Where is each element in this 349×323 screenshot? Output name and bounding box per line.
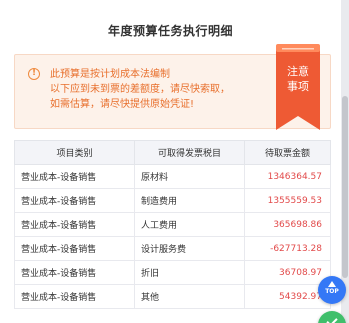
notice-text: 此预算是按计划成本法编制 以下应到未到票的差额度，请尽快索取， 如需估算，请尽快… xyxy=(50,67,280,112)
page-title: 年度预算任务执行明细 xyxy=(107,24,233,38)
cell-category: 营业成本-设备销售 xyxy=(14,236,135,261)
notice-line-1: 此预算是按计划成本法编制 xyxy=(50,69,170,80)
check-icon xyxy=(326,315,338,323)
cell-item: 设计服务费 xyxy=(134,236,245,261)
table-row[interactable]: 营业成本-设备销售 设计服务费 -627713.28 xyxy=(14,236,331,261)
header-invoice-item: 可取得发票税目 xyxy=(134,140,245,165)
cell-category: 营业成本-设备销售 xyxy=(14,164,135,189)
notice-tag: 注意 事项 xyxy=(276,44,320,130)
budget-table: 项目类别 可取得发票税目 待取票金额 营业成本-设备销售 原材料 1346364… xyxy=(14,140,331,309)
cell-amount: 1355559.53 xyxy=(244,188,331,213)
arrow-up-icon xyxy=(328,281,336,287)
cell-item: 原材料 xyxy=(134,164,245,189)
table-row[interactable]: 营业成本-设备销售 折旧 36708.97 xyxy=(14,260,331,285)
back-to-top-button[interactable]: TOP xyxy=(318,276,346,304)
cell-amount: 36708.97 xyxy=(244,260,331,285)
tag-line-1: 注意 xyxy=(287,65,309,78)
tag-line-2: 事项 xyxy=(287,80,309,93)
vertical-scrollbar[interactable] xyxy=(341,0,349,323)
notice-tag-text: 注意 事项 xyxy=(276,64,320,94)
notice-line-2: 以下应到未到票的差额度，请尽快索取， xyxy=(50,84,230,95)
cell-amount: -627713.28 xyxy=(244,236,331,261)
table-row[interactable]: 营业成本-设备销售 制造费用 1355559.53 xyxy=(14,188,331,213)
table-row[interactable]: 营业成本-设备销售 原材料 1346364.57 xyxy=(14,164,331,189)
cell-amount: 365698.86 xyxy=(244,212,331,237)
cell-item: 折旧 xyxy=(134,260,245,285)
cell-item: 其他 xyxy=(134,284,245,309)
table-row[interactable]: 营业成本-设备销售 人工费用 365698.86 xyxy=(14,212,331,237)
main-card: 年度预算任务执行明细 ! 此预算是按计划成本法编制 以下应到未到票的差额度，请尽… xyxy=(0,0,341,323)
cell-category: 营业成本-设备销售 xyxy=(14,284,135,309)
warning-icon: ! xyxy=(28,68,40,80)
cell-amount: 1346364.57 xyxy=(244,164,331,189)
cell-category: 营业成本-设备销售 xyxy=(14,212,135,237)
top-label: TOP xyxy=(325,288,339,295)
header-amount: 待取票金额 xyxy=(244,140,331,165)
cell-item: 制造费用 xyxy=(134,188,245,213)
cell-category: 营业成本-设备销售 xyxy=(14,188,135,213)
table-header-row: 项目类别 可取得发票税目 待取票金额 xyxy=(14,140,331,165)
scrollbar-thumb[interactable] xyxy=(342,96,348,278)
header-category: 项目类别 xyxy=(14,140,135,165)
cell-category: 营业成本-设备销售 xyxy=(14,260,135,285)
table-row[interactable]: 营业成本-设备销售 其他 54392.97 xyxy=(14,284,331,309)
notice-line-3: 如需估算，请尽快提供原始凭证! xyxy=(50,99,195,110)
cell-item: 人工费用 xyxy=(134,212,245,237)
